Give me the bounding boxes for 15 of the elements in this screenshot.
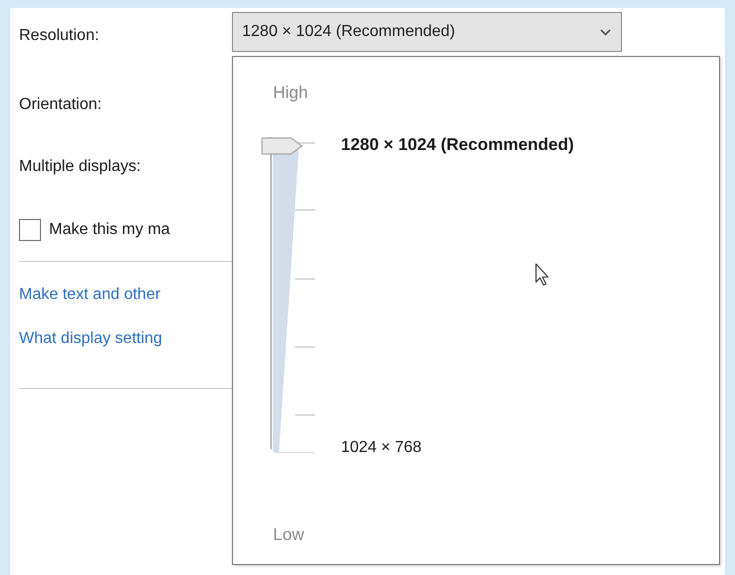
setting-label: Orientation: bbox=[19, 96, 102, 114]
checkbox[interactable] bbox=[19, 219, 41, 241]
checkbox-label: Make this my ma bbox=[49, 221, 170, 239]
resolution-option[interactable]: 1024 × 768 bbox=[341, 439, 422, 457]
chevron-down-icon bbox=[600, 28, 611, 36]
setting-label: Multiple displays: bbox=[19, 158, 141, 176]
high-label: High bbox=[273, 83, 308, 103]
link[interactable]: Make text and other bbox=[19, 286, 160, 304]
slider-thumb[interactable] bbox=[261, 137, 303, 155]
mouse-cursor-icon bbox=[535, 263, 551, 287]
setting-label: Resolution: bbox=[19, 27, 100, 45]
resolution-dropdown[interactable]: 1280 × 1024 (Recommended) bbox=[232, 12, 622, 52]
low-label: Low bbox=[273, 525, 304, 545]
resolution-option[interactable]: 1280 × 1024 (Recommended) bbox=[341, 135, 574, 155]
link[interactable]: What display setting bbox=[19, 330, 162, 348]
